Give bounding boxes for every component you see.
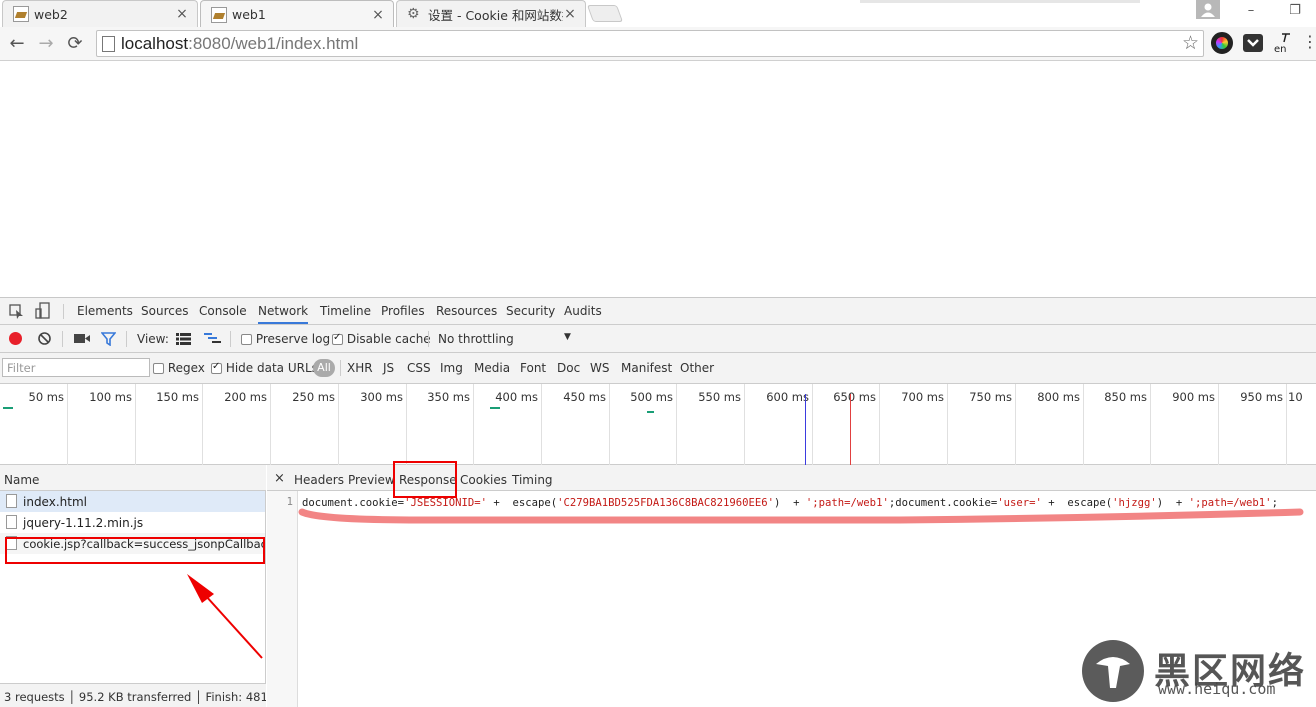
watermark-url: www.heiqu.com	[1158, 680, 1276, 698]
arrow-head-icon	[187, 574, 214, 603]
annotation-overlay	[187, 508, 1304, 659]
watermark-logo-icon	[1082, 640, 1144, 702]
underline-scribble	[298, 508, 1304, 524]
